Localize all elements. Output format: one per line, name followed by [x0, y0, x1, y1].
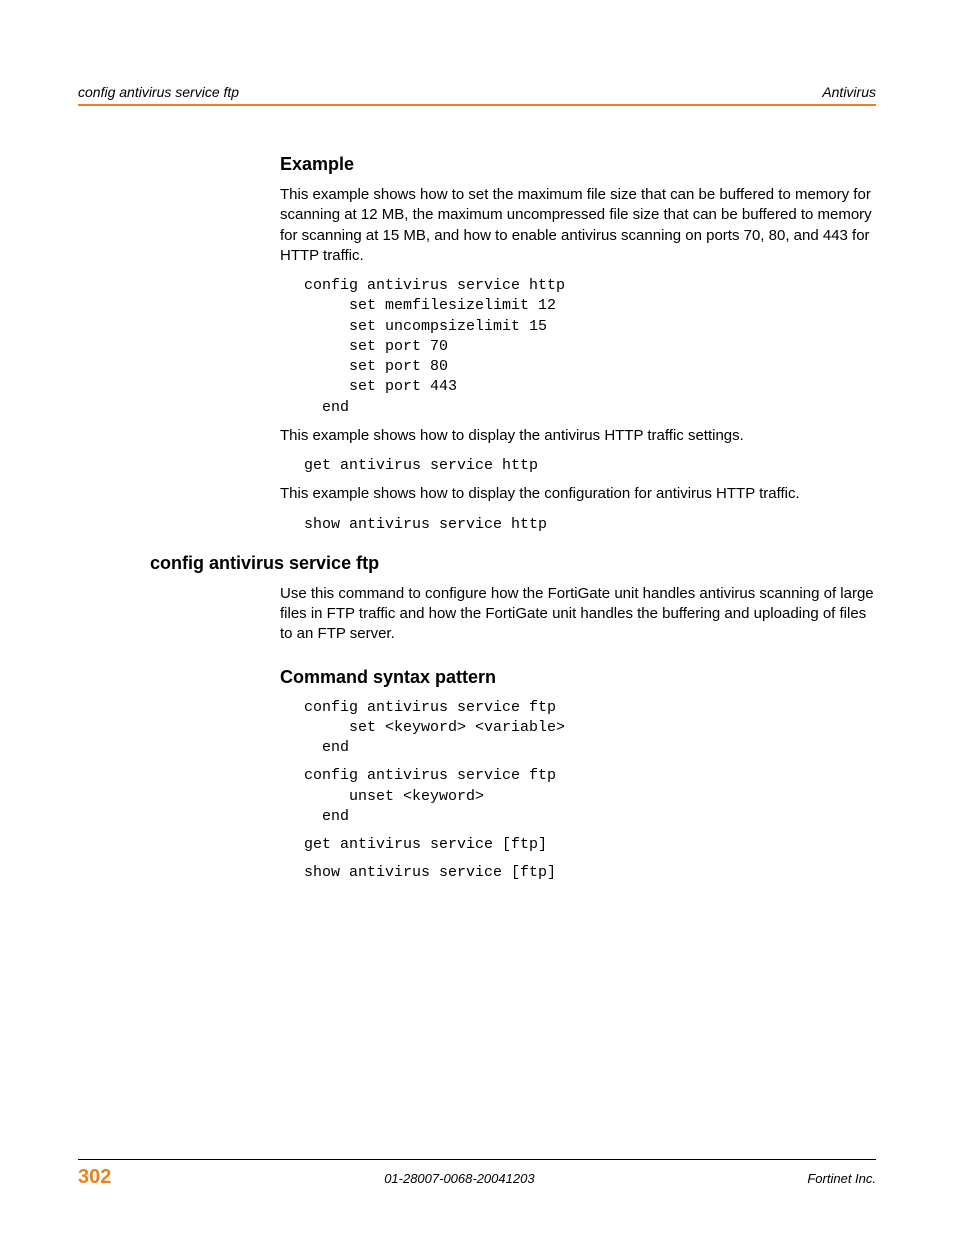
heading-syntax: Command syntax pattern — [280, 667, 876, 688]
page: config antivirus service ftp Antivirus E… — [0, 0, 954, 1235]
code-block: show antivirus service [ftp] — [304, 863, 876, 883]
code-block: config antivirus service ftp set <keywor… — [304, 698, 876, 759]
header-left: config antivirus service ftp — [78, 84, 239, 100]
paragraph: Use this command to configure how the Fo… — [280, 584, 876, 645]
paragraph: This example shows how to display the an… — [280, 426, 876, 446]
code-block: get antivirus service [ftp] — [304, 835, 876, 855]
running-header: config antivirus service ftp Antivirus — [78, 84, 876, 106]
header-right: Antivirus — [822, 84, 876, 100]
code-block: config antivirus service ftp unset <keyw… — [304, 766, 876, 827]
content-area: Example This example shows how to set th… — [78, 154, 876, 884]
code-block: show antivirus service http — [304, 515, 876, 535]
page-number: 302 — [78, 1166, 111, 1189]
heading-config-ftp: config antivirus service ftp — [150, 553, 876, 574]
heading-example: Example — [280, 154, 876, 175]
paragraph: This example shows how to set the maximu… — [280, 185, 876, 266]
document-id: 01-28007-0068-20041203 — [111, 1171, 807, 1186]
page-footer: 302 01-28007-0068-20041203 Fortinet Inc. — [78, 1159, 876, 1189]
paragraph: This example shows how to display the co… — [280, 484, 876, 504]
code-block: config antivirus service http set memfil… — [304, 276, 876, 418]
code-block: get antivirus service http — [304, 456, 876, 476]
company-name: Fortinet Inc. — [807, 1171, 876, 1186]
